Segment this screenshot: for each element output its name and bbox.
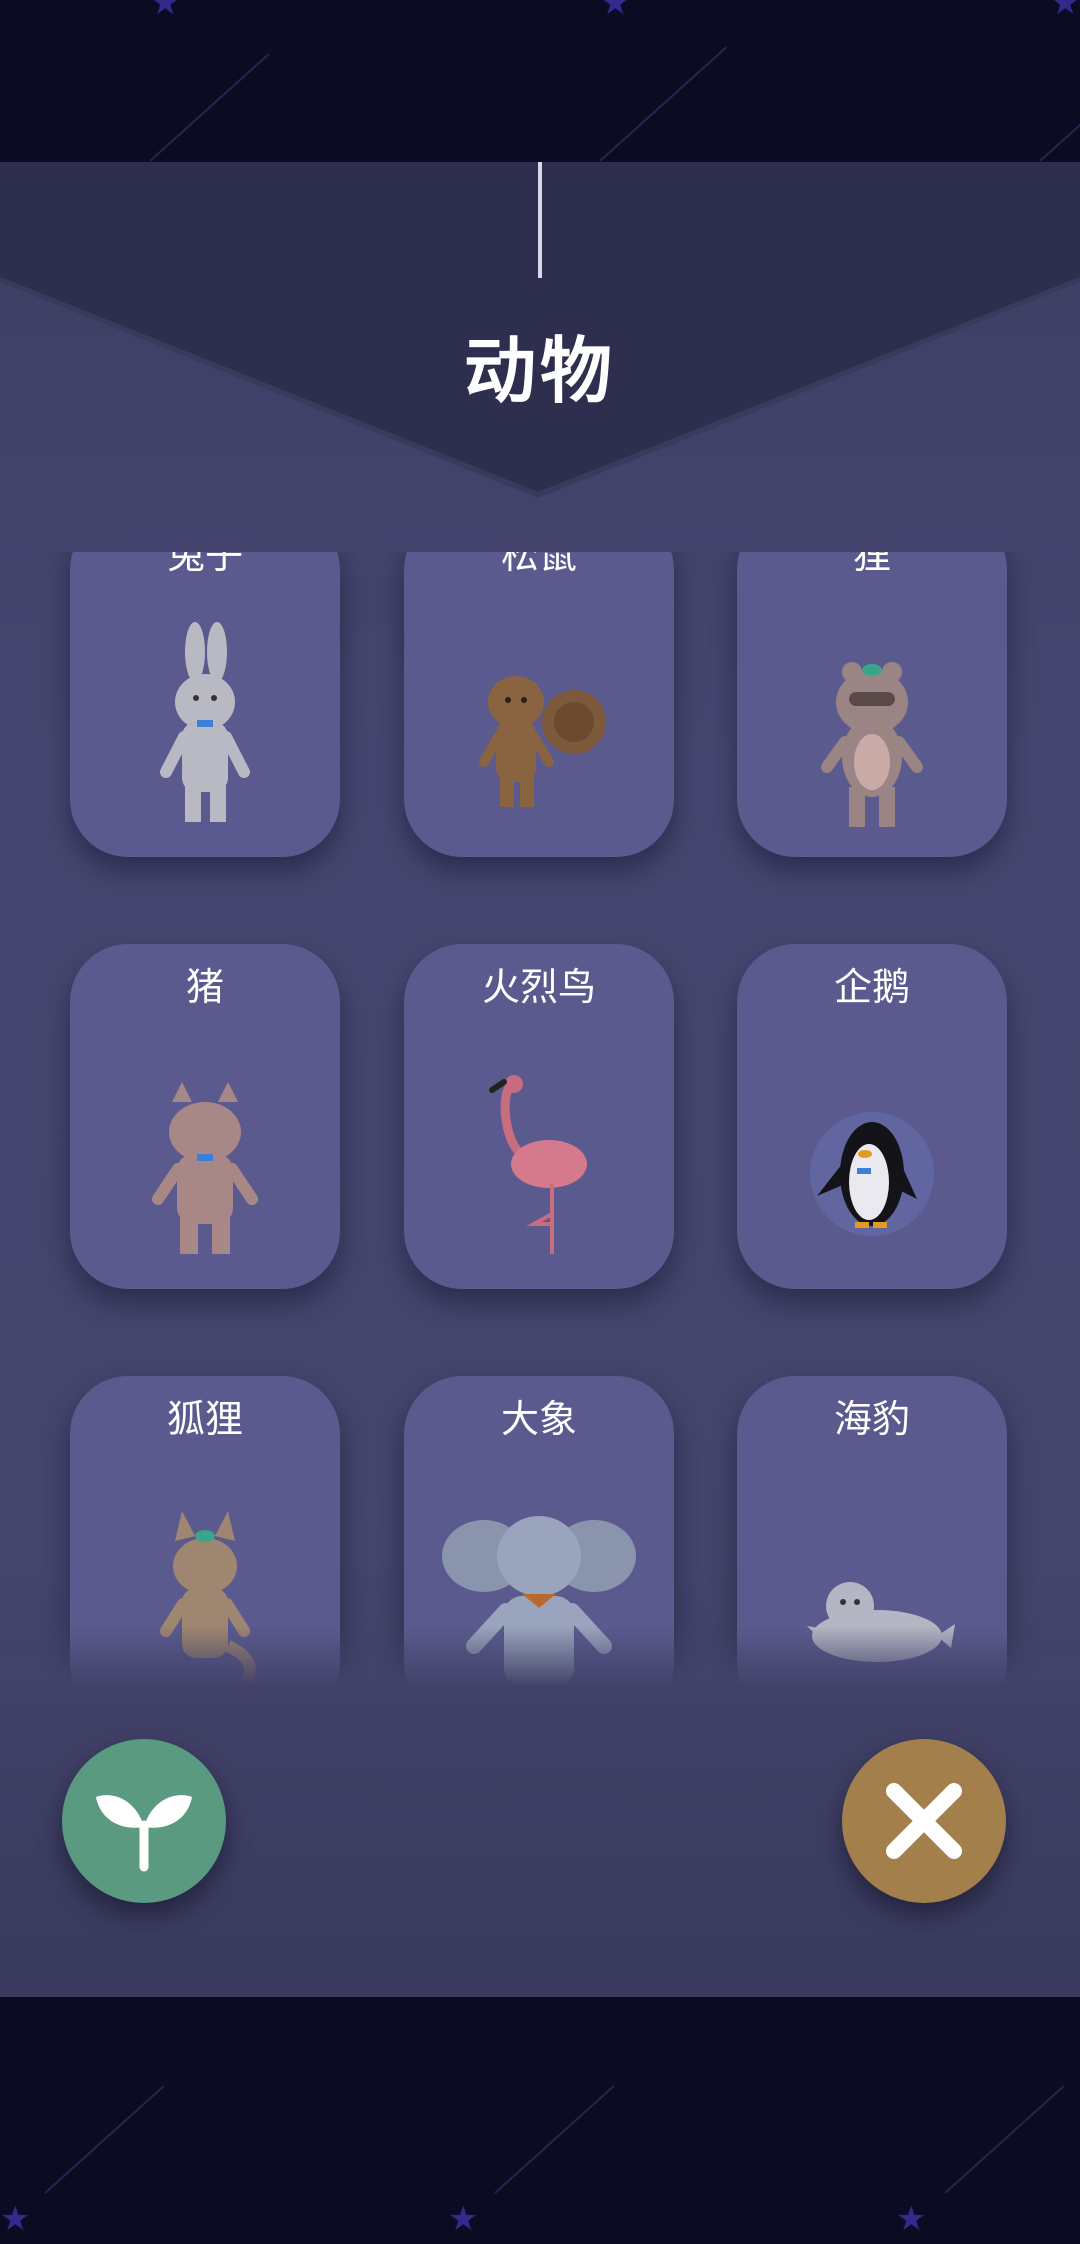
animal-card-pig[interactable]: 猪 [70,944,340,1289]
animal-name: 松鼠 [500,552,577,577]
star-icon: ★ [1050,0,1080,23]
hanging-string [538,162,542,278]
animal-name: 海豹 [833,1397,910,1441]
night-sky-top: ★ ★ ★ [0,0,1080,162]
flamingo-icon [489,1075,587,1254]
star-icon: ★ [896,2199,927,2239]
star-icon: ★ [150,0,181,23]
animal-card-rabbit[interactable]: 兔子 [70,552,340,857]
animal-name: 猪 [185,965,224,1009]
animal-grid: 兔子 松鼠 狸 猪 火烈鸟 企鹅 狐狸 大象 海豹 [0,552,1080,1686]
page-title: 动物 [463,329,616,413]
animal-card-raccoon-dog[interactable]: 狸 [737,552,1007,857]
animal-name: 兔子 [166,552,243,577]
close-button[interactable] [842,1739,1006,1903]
animal-name: 企鹅 [833,965,910,1009]
close-icon [886,1783,962,1859]
star-icon: ★ [600,0,631,23]
sprout-button[interactable] [62,1739,226,1903]
sprout-icon [96,1795,192,1872]
grid-fade-overlay [0,1626,1080,1686]
animal-name: 大象 [500,1397,577,1441]
pig-icon [152,1082,258,1254]
animal-name: 狐狸 [166,1397,243,1441]
animal-name: 狸 [852,552,891,577]
raccoon-dog-icon [821,662,923,827]
animal-name: 火烈鸟 [481,965,596,1009]
night-sky-bottom: ★ ★ ★ [0,2082,1080,2244]
squirrel-icon [479,676,606,807]
star-icon: ★ [0,2199,31,2239]
animal-selection-panel: 动物 兔子 松鼠 狸 猪 火烈鸟 企鹅 狐狸 大象 海豹 [0,162,1080,1997]
animal-card-flamingo[interactable]: 火烈鸟 [404,944,674,1289]
animal-card-squirrel[interactable]: 松鼠 [404,552,674,857]
rabbit-icon [160,622,250,822]
penguin-icon [810,1112,934,1236]
star-icon: ★ [448,2199,479,2239]
animal-card-penguin[interactable]: 企鹅 [737,944,1007,1289]
